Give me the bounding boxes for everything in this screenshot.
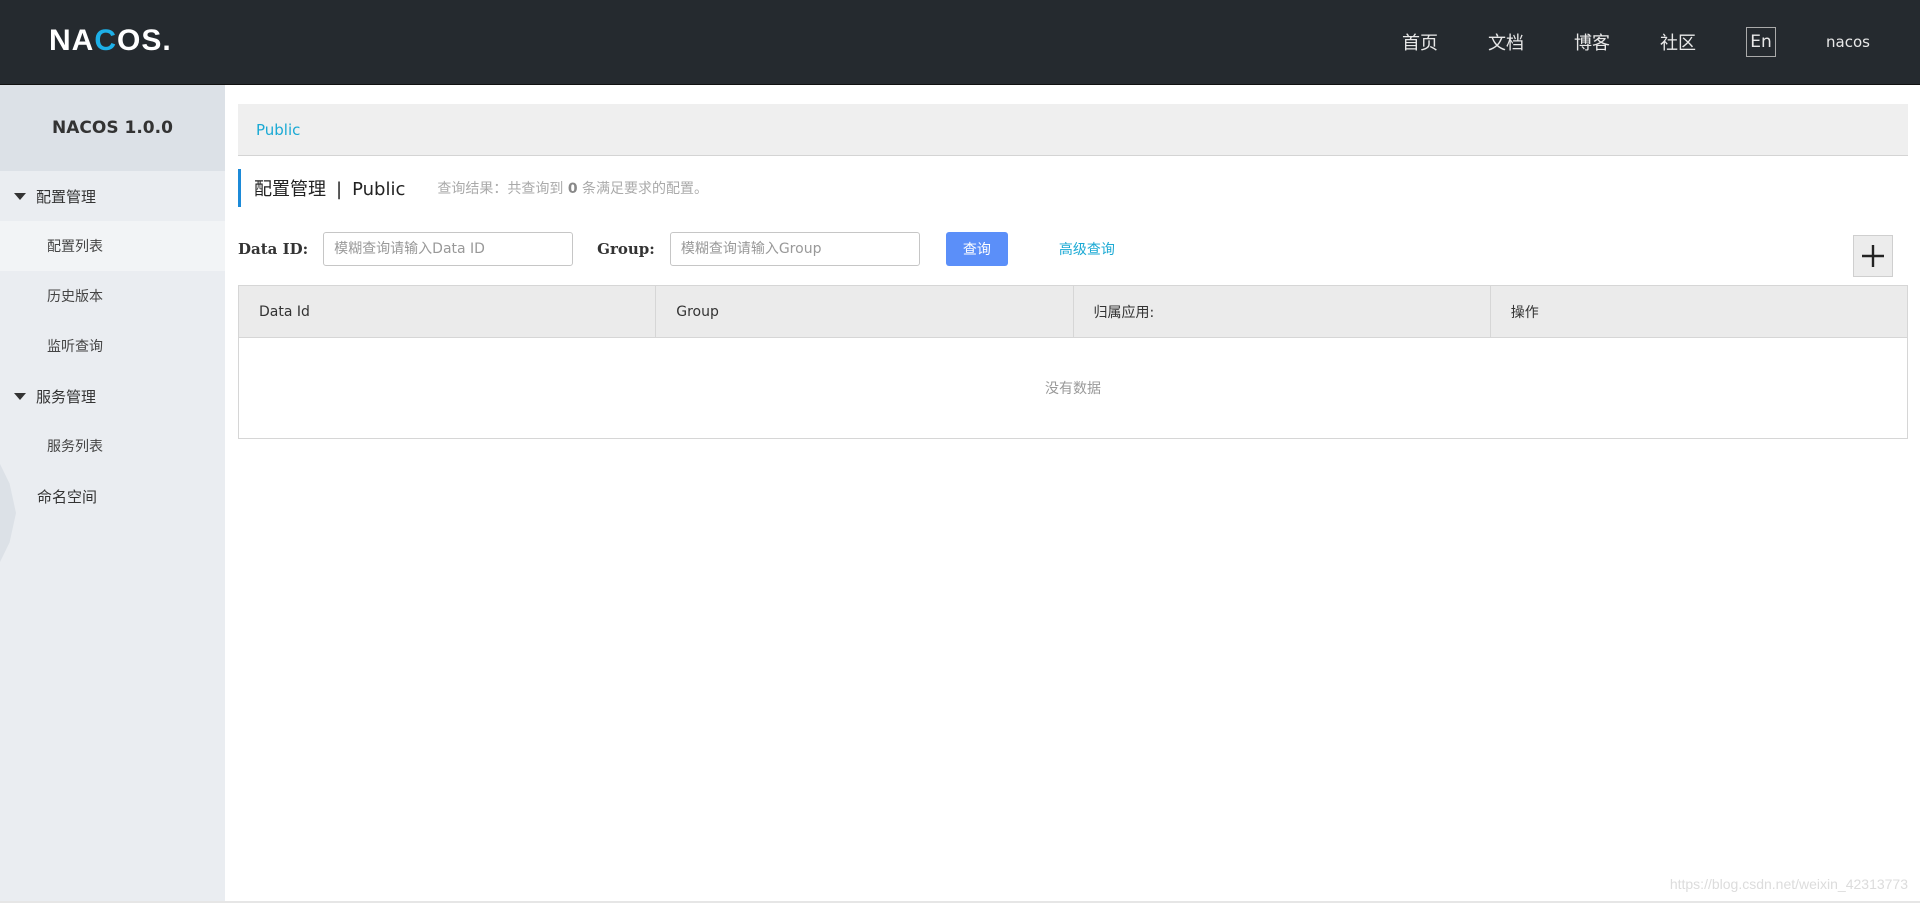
sidebar-item-service-list[interactable]: 服务列表 [0, 421, 225, 471]
top-nav: 首页 文档 博客 社区 En nacos [1402, 0, 1920, 84]
sidebar-group-service[interactable]: 服务管理 [0, 371, 225, 421]
data-id-label: Data ID: [238, 240, 309, 258]
config-table: Data Id Group 归属应用: 操作 没有数据 [238, 285, 1908, 439]
sidebar-group-config[interactable]: 配置管理 [0, 171, 225, 221]
page-title-row: 配置管理 | Public 查询结果：共查询到 0 条满足要求的配置。 [238, 169, 1908, 207]
filter-bar: Data ID: Group: 查询 高级查询 [238, 231, 1908, 277]
search-button[interactable]: 查询 [945, 232, 1008, 266]
table-empty-state: 没有数据 [1045, 381, 1101, 397]
column-header-app[interactable]: 归属应用: [1074, 286, 1491, 337]
query-result-text: 查询结果：共查询到 0 条满足要求的配置。 [437, 178, 708, 198]
top-header: NA C OS. 首页 文档 博客 社区 En nacos [0, 0, 1920, 85]
advanced-search-link[interactable]: 高级查询 [1059, 239, 1115, 259]
add-config-button[interactable] [1853, 235, 1893, 277]
main-content: Public 配置管理 | Public 查询结果：共查询到 0 条满足要求的配置。… [238, 104, 1908, 439]
table-header: Data Id Group 归属应用: 操作 [239, 286, 1907, 338]
language-toggle-button[interactable]: En [1746, 27, 1777, 57]
logo-text-end: OS. [117, 24, 172, 57]
user-menu[interactable]: nacos [1826, 33, 1870, 51]
namespace-breadcrumb[interactable]: Public [238, 104, 1908, 156]
query-result-suffix: 条满足要求的配置。 [582, 181, 709, 197]
title-separator: | [336, 179, 343, 200]
sidebar-item-namespace[interactable]: 命名空间 [0, 471, 225, 521]
data-id-input[interactable] [323, 232, 574, 266]
sidebar-item-listener-query[interactable]: 监听查询 [0, 321, 225, 371]
group-label: Group: [597, 240, 655, 258]
nav-docs[interactable]: 文档 [1488, 29, 1524, 55]
nav-blog[interactable]: 博客 [1574, 29, 1610, 55]
caret-down-icon [14, 192, 26, 200]
watermark: https://blog.csdn.net/weixin_42313773 [1669, 876, 1908, 892]
column-header-data-id[interactable]: Data Id [239, 286, 657, 337]
logo-accent: C [94, 24, 118, 57]
nav-community[interactable]: 社区 [1660, 29, 1696, 55]
sidebar-item-history[interactable]: 历史版本 [0, 271, 225, 321]
sidebar-title: NACOS 1.0.0 [0, 85, 225, 171]
sidebar-item-config-list[interactable]: 配置列表 [0, 221, 225, 271]
column-header-group[interactable]: Group [656, 286, 1074, 337]
nav-home[interactable]: 首页 [1402, 29, 1438, 55]
plus-icon [1862, 245, 1884, 267]
query-result-prefix: 查询结果：共查询到 [437, 181, 564, 197]
page-title-text: 配置管理 [254, 179, 326, 200]
group-input[interactable] [669, 232, 920, 266]
nacos-logo[interactable]: NA C OS. [49, 24, 172, 57]
page-title-namespace: Public [352, 179, 406, 200]
page-title: 配置管理 | Public [254, 175, 405, 201]
query-result-count: 0 [567, 181, 578, 197]
sidebar-group-label: 服务管理 [36, 387, 97, 406]
caret-down-icon [14, 392, 26, 400]
sidebar: NACOS 1.0.0 配置管理 配置列表 历史版本 监听查询 服务管理 服务列… [0, 85, 225, 903]
sidebar-group-label: 配置管理 [36, 187, 97, 206]
column-header-actions: 操作 [1510, 304, 1539, 321]
logo-text: NA [49, 24, 95, 57]
